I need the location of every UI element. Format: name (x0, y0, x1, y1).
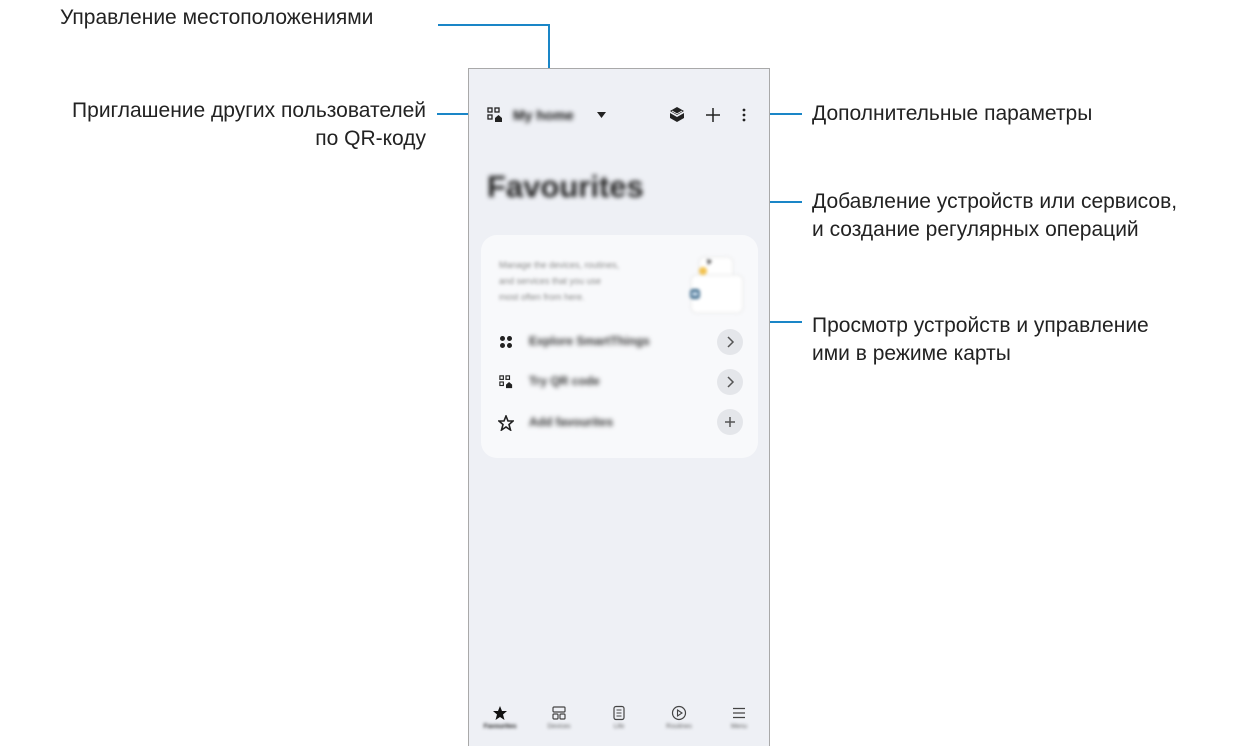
tab-life[interactable]: Life (594, 705, 644, 730)
callout-more-options: Дополнительные параметры (812, 102, 1093, 125)
qr-code-icon (499, 375, 513, 389)
tab-favourites-label: Favourites (483, 723, 517, 730)
map-view-icon[interactable] (668, 106, 686, 124)
add-icon[interactable] (705, 107, 721, 123)
callout-map: Просмотр устройств и управление ими в ре… (812, 312, 1149, 368)
add-favourites-plus-button[interactable] (717, 409, 743, 435)
add-favourites-label[interactable]: Add favourites (529, 415, 613, 429)
card-description: Manage the devices, routines, and servic… (499, 257, 619, 305)
page-title: Favourites (487, 169, 644, 204)
tab-favourites[interactable]: Favourites (475, 705, 525, 730)
grid-icon (552, 706, 566, 720)
tab-life-label: Life (613, 723, 625, 730)
menu-icon (733, 707, 745, 719)
tab-routines[interactable]: Routines (654, 705, 704, 730)
try-qr-code-label[interactable]: Try QR code (529, 374, 600, 388)
callout-add-line2: и создание регулярных операций (812, 218, 1139, 241)
callout-add: Добавление устройств или сервисов, и соз… (812, 188, 1177, 244)
card-text-line-2: and services that you use (499, 276, 602, 286)
callout-invite-line1: Приглашение других пользователей (72, 99, 426, 122)
star-outline-icon (498, 415, 514, 431)
callout-add-line1: Добавление устройств или сервисов, (812, 190, 1178, 213)
dropdown-arrow-icon[interactable] (597, 112, 606, 118)
tab-routines-label: Routines (666, 723, 692, 730)
favourites-info-card: Manage the devices, routines, and servic… (481, 235, 758, 458)
plus-icon (725, 417, 735, 427)
callout-map-line2: ими в режиме карты (812, 342, 1011, 365)
explore-smartthings-label[interactable]: Explore SmartThings (529, 334, 650, 348)
explore-smartthings-chevron-button[interactable] (717, 329, 743, 355)
explore-smartthings-icon (500, 336, 512, 348)
more-options-icon[interactable] (741, 107, 747, 123)
callout-invite-line2: по QR-коду (315, 127, 426, 150)
list-icon (613, 705, 625, 721)
tab-menu[interactable]: Menu (714, 705, 764, 730)
qr-invite-icon[interactable] (487, 107, 503, 123)
tab-devices[interactable]: Devices (534, 705, 584, 730)
chevron-right-icon (727, 336, 735, 348)
star-icon (493, 706, 507, 720)
callout-invite: Приглашение других пользователей по QR-к… (72, 97, 426, 153)
try-qr-code-chevron-button[interactable] (717, 369, 743, 395)
card-text-line-1: Manage the devices, routines, (499, 260, 620, 270)
card-text-line-3: most often from here. (499, 292, 585, 302)
tab-devices-label: Devices (547, 723, 571, 730)
callout-map-line1: Просмотр устройств и управление (812, 314, 1149, 337)
devices-illustration (690, 256, 744, 314)
location-selector[interactable]: My home (513, 107, 574, 123)
leader-line-location-h (438, 24, 550, 26)
tab-menu-label: Menu (730, 723, 748, 730)
play-circle-icon (671, 705, 687, 721)
chevron-right-icon (727, 376, 735, 388)
phone-screen: My home Favourites Manage the devices, r… (468, 68, 770, 746)
callout-location: Управление местоположениями (60, 6, 374, 29)
